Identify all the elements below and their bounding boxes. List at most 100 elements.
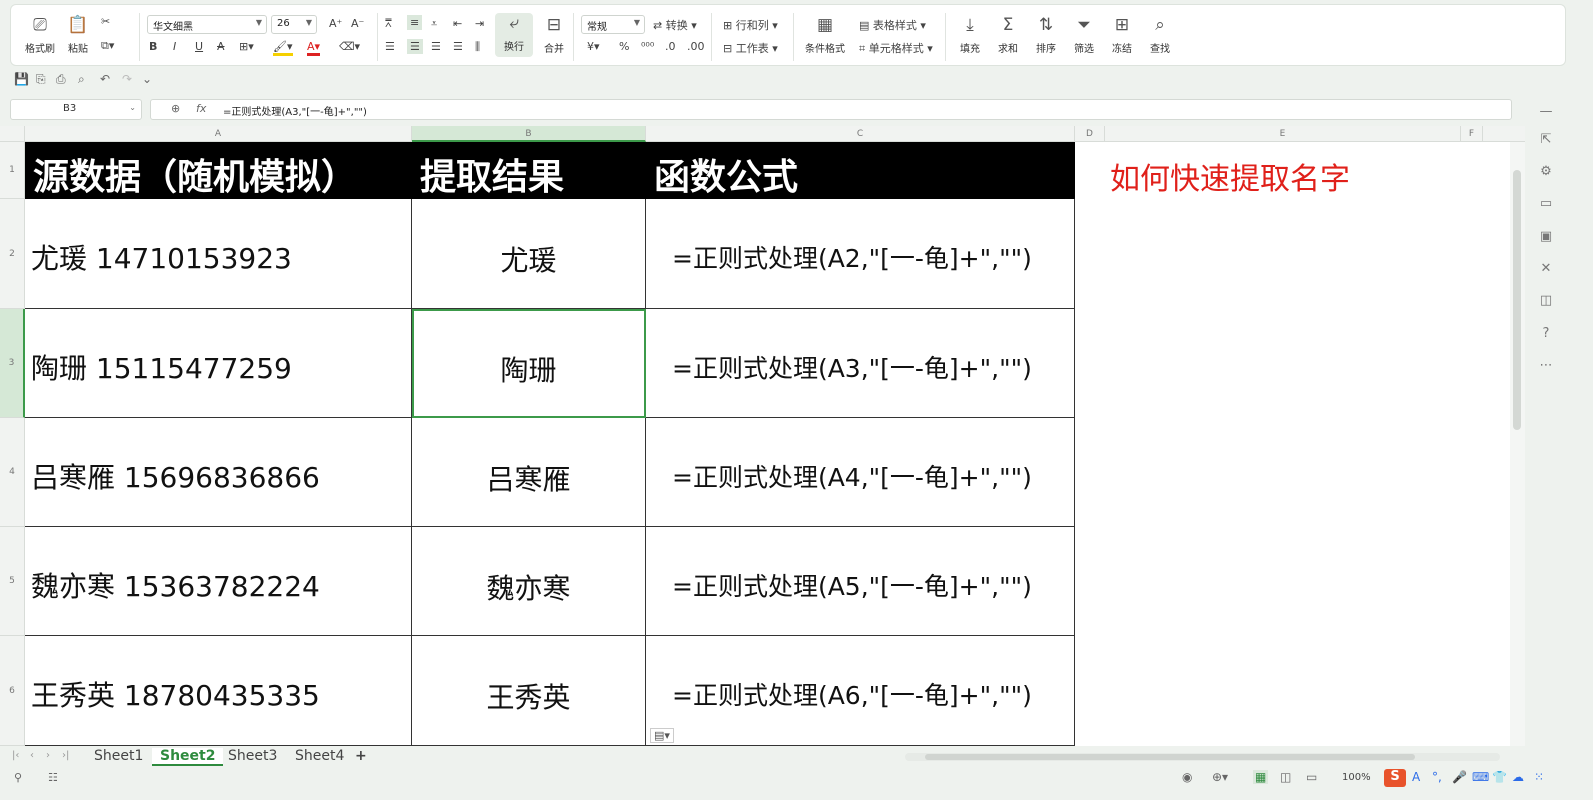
number-format-select[interactable]: 常规 ▼ xyxy=(581,15,645,34)
sheet-tab-2-active[interactable]: Sheet2 xyxy=(152,748,224,766)
table-cell[interactable]: 魏亦寒 15363782224 xyxy=(25,527,412,636)
export-icon[interactable]: ⎘ xyxy=(36,72,46,87)
sum-button[interactable]: Σ 求和 xyxy=(989,15,1027,55)
merge-button[interactable]: ⊟ 合并 xyxy=(535,15,573,55)
sheet-tab-4[interactable]: Sheet4 xyxy=(295,748,344,764)
table-cell[interactable]: 陶珊 15115477259 xyxy=(25,309,412,418)
italic-icon[interactable]: I xyxy=(173,40,176,53)
macro-icon[interactable]: ⚲ xyxy=(14,771,22,784)
row-header-5[interactable]: 5 xyxy=(0,527,25,636)
header-cell-source[interactable]: 源数据（随机模拟） xyxy=(25,142,412,199)
cell-style-button[interactable]: ⌗ 单元格样式 ▾ xyxy=(859,40,933,56)
function-icon[interactable]: fx xyxy=(196,102,206,115)
book-icon[interactable]: ◫ xyxy=(1537,293,1555,308)
table-style-button[interactable]: ▤ 表格样式 ▾ xyxy=(859,17,926,33)
table-cell[interactable]: =正则式处理(A4,"[一-龟]+","") xyxy=(646,418,1075,527)
decrease-decimal-icon[interactable]: .00 xyxy=(687,40,705,53)
print-preview-icon[interactable]: ⌕ xyxy=(78,72,85,87)
properties-icon[interactable]: ⚙ xyxy=(1537,164,1555,179)
find-button[interactable]: ⌕ 查找 xyxy=(1141,15,1179,55)
wrap-text-button[interactable]: ⤶ 换行 xyxy=(495,13,533,57)
row-header-2[interactable]: 2 xyxy=(0,199,25,309)
select-all-corner[interactable] xyxy=(0,126,25,142)
last-sheet-icon[interactable]: ›| xyxy=(62,750,69,761)
zoom-formula-icon[interactable]: ⊕ xyxy=(171,102,180,115)
copy-icon[interactable]: ⧉▾ xyxy=(101,39,114,53)
chat-icon[interactable]: ☁ xyxy=(1512,770,1524,784)
save-icon[interactable]: 💾 xyxy=(14,72,29,86)
align-middle-icon[interactable]: ≡ xyxy=(407,15,423,30)
table-cell[interactable]: =正则式处理(A2,"[一-龟]+","") xyxy=(646,199,1075,309)
align-bottom-icon[interactable]: ⩡ xyxy=(431,17,437,31)
column-header-c[interactable]: C xyxy=(646,126,1075,142)
column-header-b[interactable]: B xyxy=(412,126,646,142)
skin-icon[interactable]: 👕 xyxy=(1492,770,1507,784)
cross-icon[interactable]: ⊕▾ xyxy=(1212,770,1228,784)
table-cell[interactable]: =正则式处理(A5,"[一-龟]+","") xyxy=(646,527,1075,636)
convert-button[interactable]: ⇄ 转换 ▾ xyxy=(653,17,697,33)
underline-icon[interactable]: U xyxy=(195,40,203,53)
outdent-icon[interactable]: ⇤ xyxy=(453,17,462,30)
prev-sheet-icon[interactable]: ‹ xyxy=(30,750,34,761)
next-sheet-icon[interactable]: › xyxy=(46,750,50,761)
chevron-down-icon[interactable]: ⌄ xyxy=(142,72,152,86)
table-cell[interactable]: 尤瑗 xyxy=(412,199,646,309)
table-cell[interactable]: =正则式处理(A6,"[一-龟]+","") xyxy=(646,636,1075,746)
paste-options-icon[interactable]: ▤▾ xyxy=(650,728,674,743)
worksheet-button[interactable]: ⊟ 工作表 ▾ xyxy=(723,40,778,56)
increase-decimal-icon[interactable]: .0 xyxy=(665,40,676,53)
filter-button[interactable]: ⏷ 筛选 xyxy=(1065,15,1103,55)
help-icon[interactable]: ? xyxy=(1537,326,1555,341)
ime-mode-icon[interactable]: A xyxy=(1412,770,1420,784)
indent-icon[interactable]: ⇥ xyxy=(475,17,484,30)
first-sheet-icon[interactable]: |‹ xyxy=(12,750,19,761)
note-text[interactable]: 如何快速提取名字 xyxy=(1110,154,1350,198)
table-cell[interactable]: =正则式处理(A3,"[一-龟]+","") xyxy=(646,309,1075,418)
format-painter-button[interactable]: ⎚ 格式刷 xyxy=(21,15,59,55)
keyboard-icon[interactable]: ⌨ xyxy=(1472,770,1489,784)
eye-icon[interactable]: ◉ xyxy=(1182,770,1192,784)
undo-icon[interactable]: ↶ xyxy=(100,72,110,86)
add-sheet-icon[interactable]: + xyxy=(355,748,367,764)
table-cell[interactable]: 魏亦寒 xyxy=(412,527,646,636)
freeze-button[interactable]: ⊞ 冻结 xyxy=(1103,15,1141,55)
microphone-icon[interactable]: 🎤 xyxy=(1452,770,1467,784)
row-header-3[interactable]: 3 xyxy=(0,309,25,418)
redo-icon[interactable]: ↷ xyxy=(122,72,132,86)
row-col-button[interactable]: ⊞ 行和列 ▾ xyxy=(723,17,778,33)
grid-menu-icon[interactable]: ⁙ xyxy=(1534,770,1544,784)
border-icon[interactable]: ⊞▾ xyxy=(239,40,254,53)
tools-icon[interactable]: ✕ xyxy=(1537,261,1555,276)
sort-button[interactable]: ⇅ 排序 xyxy=(1027,15,1065,55)
cut-icon[interactable]: ✂ xyxy=(101,15,110,28)
sheet-tab-1[interactable]: Sheet1 xyxy=(94,748,143,764)
increase-font-icon[interactable]: A⁺ xyxy=(329,17,342,30)
name-box[interactable]: B3 ⌄ xyxy=(10,99,142,120)
row-header-1[interactable]: 1 xyxy=(0,142,25,199)
print-icon[interactable]: ⎙ xyxy=(56,72,66,87)
ime-logo-icon[interactable]: S xyxy=(1384,769,1406,787)
scrollbar-thumb[interactable] xyxy=(925,754,1415,760)
page-break-icon[interactable]: ▭ xyxy=(1306,770,1317,784)
normal-view-icon[interactable]: ▦ xyxy=(1253,770,1269,784)
row-header-4[interactable]: 4 xyxy=(0,418,25,527)
column-header-f[interactable]: F xyxy=(1461,126,1483,142)
table-cell[interactable]: 吕寒雁 xyxy=(412,418,646,527)
page-layout-icon[interactable]: ◫ xyxy=(1280,770,1291,784)
scrollbar-thumb[interactable] xyxy=(1513,170,1521,430)
table-cell[interactable]: 吕寒雁 15696836866 xyxy=(25,418,412,527)
comment-icon[interactable]: ▭ xyxy=(1537,196,1555,211)
percent-icon[interactable]: % xyxy=(619,40,629,53)
fill-color-icon[interactable]: 🖌▾ xyxy=(273,40,293,56)
column-header-d[interactable]: D xyxy=(1075,126,1105,142)
fill-button[interactable]: ⤓ 填充 xyxy=(951,15,989,55)
font-name-select[interactable]: 华文细黑 ▼ xyxy=(147,15,267,34)
formula-input[interactable]: =正则式处理(A3,"[一-龟]+","") xyxy=(223,103,367,118)
select-icon[interactable]: ⇱ xyxy=(1537,132,1555,147)
font-color-icon[interactable]: A▾ xyxy=(307,40,321,56)
conditional-format-button[interactable]: ▦ 条件格式 xyxy=(801,15,849,55)
row-header-6[interactable]: 6 xyxy=(0,636,25,746)
column-header-e[interactable]: E xyxy=(1105,126,1461,142)
table-cell[interactable]: 王秀英 18780435335 xyxy=(25,636,412,746)
column-header-a[interactable]: A xyxy=(25,126,412,142)
